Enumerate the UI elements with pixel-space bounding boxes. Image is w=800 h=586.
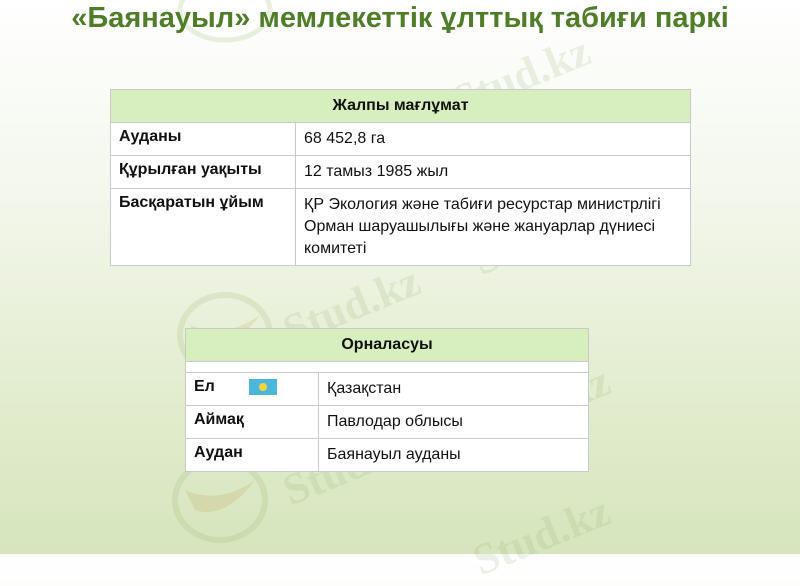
row-value: Павлодар облысы xyxy=(318,405,589,439)
table-row: Басқаратын ұйым ҚР Экология және табиғи … xyxy=(110,188,691,266)
table-row: Ел Қазақстан xyxy=(185,372,589,406)
row-key: Ел xyxy=(185,372,319,406)
row-key: Ауданы xyxy=(110,122,296,156)
row-value: 12 тамыз 1985 жыл xyxy=(295,155,691,189)
location-table: Орналасуы Ел Қазақстан Аймақ Павлодар об… xyxy=(185,328,589,472)
table-row: Аудан Баянауыл ауданы xyxy=(185,438,589,472)
row-key: Аймақ xyxy=(185,405,319,439)
row-value: ҚР Экология және табиғи ресурстар минист… xyxy=(295,188,691,266)
row-value: Қазақстан xyxy=(318,372,589,406)
location-header: Орналасуы xyxy=(185,328,589,362)
row-key: Басқаратын ұйым xyxy=(110,188,296,266)
general-info-header: Жалпы мағлұмат xyxy=(110,89,691,123)
kazakhstan-flag-icon xyxy=(249,378,278,395)
table-row: Құрылған уақыты 12 тамыз 1985 жыл xyxy=(110,155,691,189)
row-value: Баянауыл ауданы xyxy=(318,438,589,472)
watermark-text: Stud.kz xyxy=(466,485,618,586)
row-key: Құрылған уақыты xyxy=(110,155,296,189)
page-title: «Баянауыл» мемлекеттік ұлттық табиғи пар… xyxy=(71,2,729,34)
table-row: Ауданы 68 452,8 га xyxy=(110,122,691,156)
row-key: Аудан xyxy=(185,438,319,472)
general-info-table: Жалпы мағлұмат Ауданы 68 452,8 га Құрылғ… xyxy=(110,89,691,266)
table-row: Аймақ Павлодар облысы xyxy=(185,405,589,439)
row-value: 68 452,8 га xyxy=(295,122,691,156)
row-key-label: Ел xyxy=(194,378,215,395)
